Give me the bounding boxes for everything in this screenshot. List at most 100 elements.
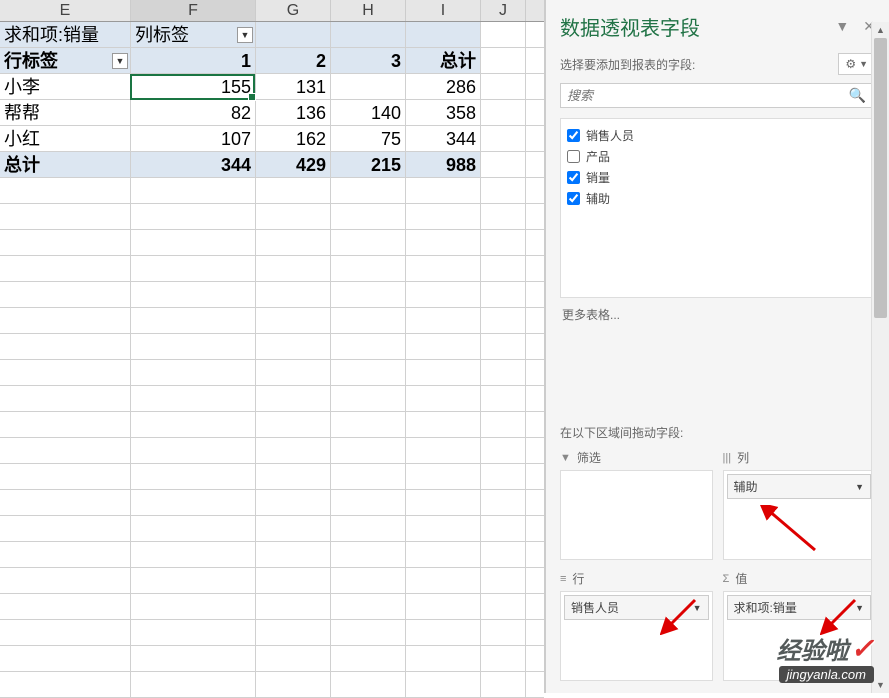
field-item[interactable]: 产品 (567, 146, 868, 167)
table-row: 小李 155 131 286 (0, 74, 544, 100)
filter-dropdown-icon[interactable]: ▼ (237, 27, 253, 43)
pill-label: 辅助 (734, 478, 758, 495)
scroll-down-icon[interactable]: ▼ (872, 677, 889, 693)
cell-value[interactable]: 75 (331, 126, 406, 151)
col-header-J[interactable]: J (481, 0, 526, 21)
zone-label-text: 值 (735, 570, 747, 587)
grid-body[interactable]: 求和项:销量 列标签 ▼ 行标签 ▼ 1 2 3 总计 小李 155 (0, 22, 544, 698)
cell[interactable] (406, 22, 481, 47)
cell-value[interactable]: 107 (131, 126, 256, 151)
drop-zones: ▼筛选 |||列 辅助 ▼ ≡ 行 销售人员 ▼ Σ值 (560, 449, 875, 681)
col-header-F[interactable]: F (131, 0, 256, 21)
pill-label: 求和项:销量 (734, 599, 797, 616)
pane-menu-icon[interactable]: ▼ (835, 18, 849, 35)
cell[interactable] (481, 74, 526, 99)
drag-instruction: 在以下区域间拖动字段: (560, 424, 875, 441)
gear-icon: ⚙ (845, 57, 856, 71)
vertical-scrollbar[interactable]: ▲ ▼ (871, 22, 889, 693)
cell[interactable] (481, 100, 526, 125)
field-item[interactable]: 销量 (567, 167, 868, 188)
col-header-E[interactable]: E (0, 0, 131, 21)
cell-value[interactable]: 82 (131, 100, 256, 125)
col-header-I[interactable]: I (406, 0, 481, 21)
search-icon[interactable]: 🔍 (841, 84, 874, 107)
row-label[interactable]: 小李 (0, 74, 131, 99)
total-value[interactable]: 215 (331, 152, 406, 177)
col-total[interactable]: 总计 (406, 48, 481, 73)
cell[interactable] (256, 22, 331, 47)
column-field-pill[interactable]: 辅助 ▼ (727, 474, 872, 499)
rows-icon: ≡ (560, 573, 566, 585)
table-row: 小红 107 162 75 344 (0, 126, 544, 152)
total-value[interactable]: 344 (131, 152, 256, 177)
row-label[interactable]: 小红 (0, 126, 131, 151)
cell[interactable] (481, 126, 526, 151)
row-labels-text: 行标签 (4, 51, 58, 71)
field-checkbox[interactable] (567, 192, 580, 205)
values-drop-area[interactable]: 求和项:销量 ▼ (723, 591, 876, 681)
pivottable-fields-pane: 数据透视表字段 ▼ ✕ 选择要添加到报表的字段: ⚙ ▼ 🔍 销售人员 产品 销… (545, 0, 889, 693)
row-label[interactable]: 帮帮 (0, 100, 131, 125)
pivot-row-header-2: 行标签 ▼ 1 2 3 总计 (0, 48, 544, 74)
search-input[interactable] (561, 84, 841, 107)
filter-drop-area[interactable] (560, 470, 713, 560)
cell[interactable] (481, 22, 526, 47)
pivot-row-header-1: 求和项:销量 列标签 ▼ (0, 22, 544, 48)
zone-label-text: 行 (572, 570, 584, 587)
cell-value[interactable]: 155 (131, 74, 256, 99)
cell-value[interactable]: 344 (406, 126, 481, 151)
total-label[interactable]: 总计 (0, 152, 131, 177)
pane-subtitle: 选择要添加到报表的字段: (560, 56, 695, 73)
field-item[interactable]: 销售人员 (567, 125, 868, 146)
cell-value[interactable]: 358 (406, 100, 481, 125)
cell-value[interactable]: 131 (256, 74, 331, 99)
filter-zone: ▼筛选 (560, 449, 713, 560)
sum-label[interactable]: 求和项:销量 (0, 22, 131, 47)
cell[interactable] (481, 152, 526, 177)
filter-dropdown-icon[interactable]: ▼ (112, 53, 128, 69)
cell[interactable] (481, 48, 526, 73)
value-field-pill[interactable]: 求和项:销量 ▼ (727, 595, 872, 620)
gear-button[interactable]: ⚙ ▼ (838, 53, 875, 75)
pane-title: 数据透视表字段 (560, 12, 700, 41)
cell-value[interactable]: 162 (256, 126, 331, 151)
cell-value[interactable] (331, 74, 406, 99)
cell-value[interactable]: 140 (331, 100, 406, 125)
col-labels-cell[interactable]: 列标签 ▼ (131, 22, 256, 47)
scroll-up-icon[interactable]: ▲ (872, 22, 889, 38)
pivot-total-row: 总计 344 429 215 988 (0, 152, 544, 178)
spreadsheet-area: E F G H I J 求和项:销量 列标签 ▼ 行标签 ▼ 1 2 (0, 0, 545, 693)
total-value[interactable]: 988 (406, 152, 481, 177)
chevron-down-icon: ▼ (859, 59, 868, 69)
field-item[interactable]: 辅助 (567, 188, 868, 209)
col-header-H[interactable]: H (331, 0, 406, 21)
field-label: 销量 (586, 169, 610, 186)
col-1[interactable]: 1 (131, 48, 256, 73)
rows-drop-area[interactable]: 销售人员 ▼ (560, 591, 713, 681)
chevron-down-icon[interactable]: ▼ (855, 482, 864, 492)
col-3[interactable]: 3 (331, 48, 406, 73)
chevron-down-icon[interactable]: ▼ (855, 603, 864, 613)
search-box: 🔍 (560, 83, 875, 108)
row-field-pill[interactable]: 销售人员 ▼ (564, 595, 709, 620)
chevron-down-icon[interactable]: ▼ (693, 603, 702, 613)
values-zone: Σ值 求和项:销量 ▼ (723, 570, 876, 681)
cell-value[interactable]: 136 (256, 100, 331, 125)
field-checkbox[interactable] (567, 171, 580, 184)
field-checkbox[interactable] (567, 150, 580, 163)
cell[interactable] (331, 22, 406, 47)
columns-zone: |||列 辅助 ▼ (723, 449, 876, 560)
sigma-icon: Σ (723, 573, 730, 585)
col-2[interactable]: 2 (256, 48, 331, 73)
row-labels-cell[interactable]: 行标签 ▼ (0, 48, 131, 73)
columns-drop-area[interactable]: 辅助 ▼ (723, 470, 876, 560)
field-checkbox[interactable] (567, 129, 580, 142)
field-list: 销售人员 产品 销量 辅助 (560, 118, 875, 298)
total-value[interactable]: 429 (256, 152, 331, 177)
cell-value[interactable]: 286 (406, 74, 481, 99)
field-label: 辅助 (586, 190, 610, 207)
pill-label: 销售人员 (571, 599, 619, 616)
scroll-thumb[interactable] (874, 38, 887, 318)
more-tables-link[interactable]: 更多表格... (560, 306, 875, 323)
col-header-G[interactable]: G (256, 0, 331, 21)
